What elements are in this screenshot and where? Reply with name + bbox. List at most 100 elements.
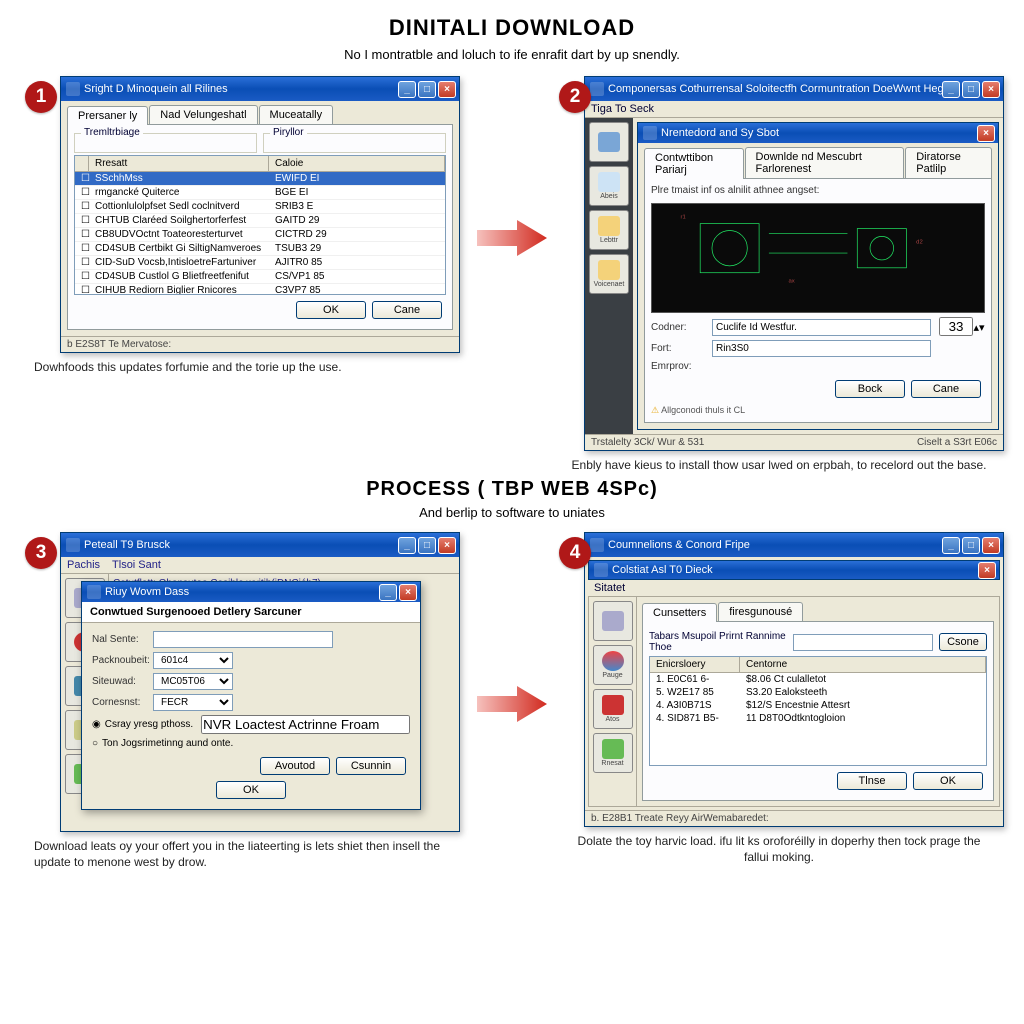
maximize-button[interactable]: □: [962, 81, 980, 98]
window-step3-back: Peteall T9 Brusck _ □ × PachisTlsoi Sant: [60, 532, 460, 832]
sidebar-btn[interactable]: [589, 122, 629, 162]
maximize-button[interactable]: □: [962, 537, 980, 554]
step-badge-2: 2: [559, 81, 591, 113]
col-header-b: Caloie: [269, 156, 445, 171]
cancel-button[interactable]: Cane: [911, 380, 981, 398]
tlnse-button[interactable]: Tlnse: [837, 772, 907, 790]
sidebar-btn[interactable]: Abeis: [589, 166, 629, 206]
sieu-select[interactable]: MC05T06: [153, 673, 233, 690]
cancel-button[interactable]: Csone: [939, 633, 987, 651]
step1-caption: Dowhfoods this updates forfumie and the …: [30, 353, 460, 375]
sidebar-btn[interactable]: Atos: [593, 689, 633, 729]
page-title: DINITALI DOWNLOAD: [0, 0, 1024, 41]
minimize-button[interactable]: _: [379, 584, 397, 601]
sidebar-btn[interactable]: Pauge: [593, 645, 633, 685]
pack-select[interactable]: 601c4: [153, 652, 233, 669]
back-button[interactable]: Bock: [835, 380, 905, 398]
section-subtitle: And berlip to software to uniates: [0, 501, 1024, 528]
sidebar-btn[interactable]: Lebttr: [589, 210, 629, 250]
close-button[interactable]: ×: [977, 125, 995, 142]
minimize-button[interactable]: _: [942, 537, 960, 554]
svg-text:r1: r1: [681, 215, 686, 221]
list-item: ☐CHTUB Claréed SoilghertorferfestGAITD 2…: [75, 214, 445, 228]
app-icon: [590, 538, 604, 552]
table-row: 5. W2E17 85S3.20 Ealoksteeth: [650, 686, 986, 699]
app-icon: [66, 538, 80, 552]
codner-input[interactable]: [712, 319, 931, 336]
tab-2[interactable]: Nad Velungeshatl: [149, 105, 257, 124]
tab-1[interactable]: Contwttibon Pariarj: [644, 148, 744, 179]
list-item: ☐CD4SUB Custlol G BlietfreetfenifutCS/VP…: [75, 270, 445, 284]
menu-bar[interactable]: PachisTlsoi Sant: [61, 557, 459, 574]
menu-bar[interactable]: Tiga To Seck: [585, 101, 1003, 118]
radio-option-2[interactable]: ○Ton Jogsrimetinng aund onte.: [92, 736, 410, 751]
minimize-button[interactable]: _: [398, 81, 416, 98]
window-title: Peteall T9 Brusck: [84, 539, 398, 551]
step2-caption: Enbly have kieus to install thow usar lw…: [564, 451, 994, 473]
window-step3-front: Riuy Wovm Dass _ × Conwtued Surgenooed D…: [81, 581, 421, 810]
table-row: 4. A3I0B71S$12/S Encestnie Attesrt: [650, 699, 986, 712]
result-table[interactable]: Enicrsloery Centorne 1. E0C61 6-$8.06 Ct…: [649, 656, 987, 766]
tab-a[interactable]: Cunsetters: [642, 603, 717, 622]
top-input[interactable]: [793, 634, 933, 651]
list-item: ☐SSchhMssEWIFD EI: [75, 172, 445, 186]
minimize-button[interactable]: _: [398, 537, 416, 554]
close-button[interactable]: ×: [438, 81, 456, 98]
cancel-button[interactable]: Csunnin: [336, 757, 406, 775]
col-b: Centorne: [740, 657, 986, 672]
step3-caption: Download leats oy your offert you in the…: [30, 832, 460, 870]
preview-area: r1d2ax: [651, 203, 985, 313]
minimize-button[interactable]: _: [942, 81, 960, 98]
ok-button[interactable]: OK: [216, 781, 286, 799]
inner-window-title: Nrentedord and Sy Sbot: [661, 127, 977, 139]
arrow-icon: [477, 682, 547, 726]
inner-window-title: Colstiat Asl T0 Dieck: [612, 564, 978, 576]
step4-caption: Dolate the toy harvic load. ifu lit ks o…: [564, 827, 994, 865]
sidebar-btn[interactable]: Voicenaet: [589, 254, 629, 294]
svg-text:ax: ax: [789, 279, 795, 285]
app-icon: [594, 563, 608, 577]
app-icon: [87, 585, 101, 599]
num-input[interactable]: [939, 317, 973, 336]
radio-option-1[interactable]: ◉Csray yresg pthoss.: [92, 713, 410, 736]
group-label-1: Tremltrbiage: [81, 127, 143, 138]
accept-button[interactable]: Avoutod: [260, 757, 330, 775]
fort-input[interactable]: [712, 340, 931, 357]
app-icon: [66, 82, 80, 96]
app-icon: [590, 82, 604, 96]
conn-select[interactable]: FECR: [153, 694, 233, 711]
tab-2[interactable]: Downlde nd Mescubrt Farlorenest: [745, 147, 905, 178]
list-item: ☐CIHUB Rediorn Biglier RnicoresC3VP7 85: [75, 284, 445, 295]
close-button[interactable]: ×: [982, 537, 1000, 554]
warning-text: Allgconodi thuls it CL: [651, 402, 985, 416]
sidebar-btn[interactable]: Rnesat: [593, 733, 633, 773]
list-item: ☐CID-SuD Vocsb,IntisloetreFartuniverAJIT…: [75, 256, 445, 270]
cancel-button[interactable]: Cane: [372, 301, 442, 319]
window-title: Componersas Cothurrensal Soloitectfh Cor…: [608, 83, 942, 95]
nal-input[interactable]: [153, 631, 333, 648]
menu-bar[interactable]: Sitatet: [588, 580, 1000, 597]
sidebar: Abeis Lebttr Voicenaet: [585, 118, 633, 434]
tab-3[interactable]: Muceatally: [259, 105, 334, 124]
sidebar-btn[interactable]: [593, 601, 633, 641]
close-button[interactable]: ×: [438, 537, 456, 554]
tab-1[interactable]: Prersaner ly: [67, 106, 148, 125]
maximize-button[interactable]: □: [418, 537, 436, 554]
group-label-2: Piryllor: [270, 127, 307, 138]
hint-text: Plre tmaist inf os alnilit athnee angset…: [651, 185, 985, 199]
close-button[interactable]: ×: [978, 562, 996, 579]
maximize-button[interactable]: □: [418, 81, 436, 98]
close-button[interactable]: ×: [399, 584, 417, 601]
radio1-value[interactable]: [201, 715, 410, 734]
tab-b[interactable]: firesgunousé: [718, 602, 803, 621]
section-title: PROCESS ( TBP WEB 4SPc): [0, 473, 1024, 501]
close-button[interactable]: ×: [982, 81, 1000, 98]
table-row: 1. E0C61 6-$8.06 Ct culalletot: [650, 673, 986, 686]
window-step2-outer: Componersas Cothurrensal Soloitectfh Cor…: [584, 76, 1004, 451]
update-list[interactable]: Rresatt Caloie ☐SSchhMssEWIFD EI ☐rmganc…: [74, 155, 446, 295]
ok-button[interactable]: OK: [296, 301, 366, 319]
tab-3[interactable]: Diratorse Patlilp: [905, 147, 992, 178]
ok-button[interactable]: OK: [913, 772, 983, 790]
arrow-icon: [477, 216, 547, 260]
window-step1: Sright D Minoquein all Rilines _ □ × Pre…: [60, 76, 460, 353]
